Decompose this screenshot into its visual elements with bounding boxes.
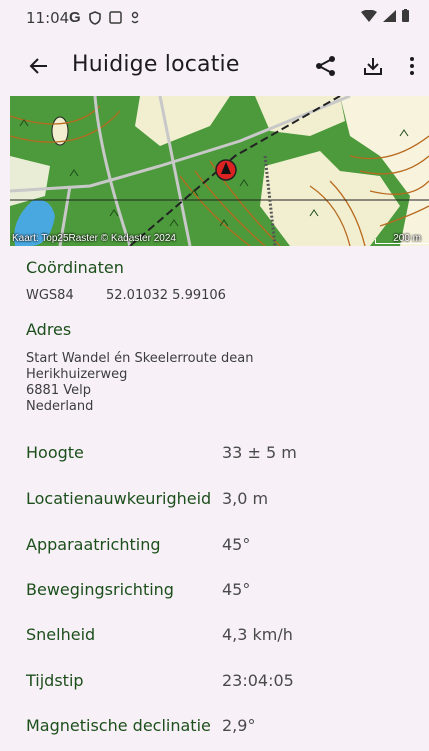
address-title: Adres <box>26 320 72 339</box>
property-value: 4,3 km/h <box>222 625 293 644</box>
property-label: Tijdstip <box>26 671 84 690</box>
wifi-icon <box>361 9 377 22</box>
coordinate-value[interactable]: 52.01032 5.99106 <box>106 288 226 304</box>
address-line: Herikhuizerweg <box>26 367 128 382</box>
screen-icon <box>108 11 122 24</box>
status-time: 11:04 <box>26 9 70 27</box>
address-line: Start Wandel én Skeelerroute dean <box>26 351 254 366</box>
google-icon: G <box>69 9 81 26</box>
map-scale: 200 m <box>375 233 429 244</box>
property-value: 23:04:05 <box>222 671 294 690</box>
download-icon <box>364 58 382 75</box>
coordinate-system: WGS84 <box>26 288 74 303</box>
property-label: Hoogte <box>26 443 84 462</box>
topographic-map <box>10 96 429 246</box>
property-label: Apparaatrichting <box>26 535 161 554</box>
map-attribution: Kaart: Top25Raster © Kadaster 2024 <box>12 233 176 244</box>
arrow-back-icon <box>29 58 47 74</box>
scale-bar <box>375 239 429 244</box>
share-icon <box>316 56 335 76</box>
property-value: 45° <box>222 535 251 554</box>
location-icon <box>131 11 139 24</box>
download-button[interactable] <box>356 49 390 83</box>
status-icons-right <box>361 9 409 22</box>
property-label: Bewegingsrichting <box>26 580 174 599</box>
back-button[interactable] <box>22 49 56 83</box>
signal-icon <box>383 9 396 22</box>
share-button[interactable] <box>309 49 343 83</box>
page-title: Huidige locatie <box>72 52 240 77</box>
battery-icon <box>402 9 409 22</box>
property-value: 3,0 m <box>222 489 269 508</box>
status-bar: 11:04 G <box>0 0 429 36</box>
property-value: 2,9° <box>222 716 256 735</box>
property-label: Locatienauwkeurigheid <box>26 489 212 508</box>
address-line: 6881 Velp <box>26 383 91 398</box>
vpn-shield-icon <box>88 10 101 25</box>
more-vert-icon <box>410 57 414 75</box>
status-icons-left: G <box>69 9 140 26</box>
app-bar: Huidige locatie <box>0 36 429 96</box>
property-label: Snelheid <box>26 625 96 644</box>
address-block[interactable]: Start Wandel én Skeelerroute dean Herikh… <box>26 351 253 415</box>
more-options-button[interactable] <box>399 49 425 83</box>
address-line: Nederland <box>26 399 94 414</box>
map-view[interactable]: Kaart: Top25Raster © Kadaster 2024 200 m <box>10 96 429 246</box>
property-value: 33 ± 5 m <box>222 443 297 462</box>
coordinates-title: Coördinaten <box>26 258 124 277</box>
property-value: 45° <box>222 580 251 599</box>
property-label: Magnetische declinatie <box>26 716 211 735</box>
